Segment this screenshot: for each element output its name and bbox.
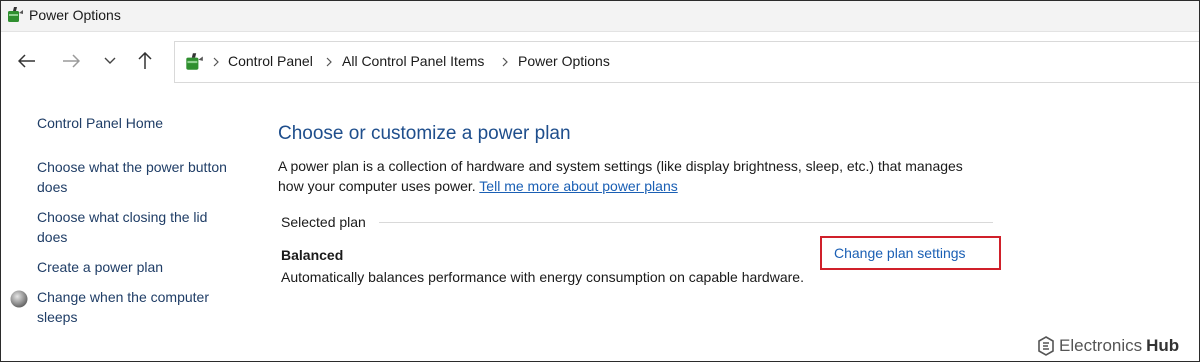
section-divider <box>379 222 993 223</box>
power-options-window: Power Options Control Panel All Control … <box>0 0 1200 362</box>
window-title: Power Options <box>29 7 121 23</box>
selected-plan-heading: Selected plan <box>281 214 372 230</box>
recent-locations-button[interactable] <box>98 49 122 73</box>
chevron-right-icon <box>502 57 508 67</box>
change-plan-settings-label: Change plan settings <box>834 245 966 261</box>
watermark-text-bold: Hub <box>1146 336 1180 355</box>
chevron-down-icon <box>104 57 116 64</box>
breadcrumb-control-panel[interactable]: Control Panel <box>228 53 313 69</box>
chevron-right-icon <box>213 57 219 67</box>
navigation-bar: Control Panel All Control Panel Items Po… <box>1 32 1199 90</box>
arrow-right-icon <box>63 54 80 68</box>
arrow-up-icon <box>138 52 152 69</box>
chevron-right-icon <box>326 57 332 67</box>
power-options-location-icon <box>186 53 203 70</box>
page-title: Choose or customize a power plan <box>278 123 571 144</box>
sidebar-item-control-panel-home[interactable]: Control Panel Home <box>37 113 257 133</box>
arrow-left-icon <box>18 54 35 68</box>
title-bar: Power Options <box>1 1 1199 32</box>
electronics-hub-logo-icon <box>1038 336 1054 356</box>
sidebar-item-closing-lid[interactable]: Choose what closing the lid does <box>37 207 237 247</box>
up-button[interactable] <box>133 49 157 73</box>
back-button[interactable] <box>15 49 39 73</box>
sidebar-item-create-power-plan[interactable]: Create a power plan <box>37 257 257 277</box>
electronics-hub-watermark: Electronics Hub <box>1037 336 1179 356</box>
sidebar-item-power-button[interactable]: Choose what the power button does <box>37 157 252 197</box>
moon-sleep-icon <box>10 290 28 308</box>
power-options-app-icon <box>8 7 23 22</box>
address-bar[interactable]: Control Panel All Control Panel Items Po… <box>174 41 1199 83</box>
watermark-text-light: Electronics <box>1059 336 1143 355</box>
page-description: A power plan is a collection of hardware… <box>278 156 978 196</box>
forward-button[interactable] <box>59 49 83 73</box>
breadcrumb-power-options[interactable]: Power Options <box>518 53 610 69</box>
plan-name: Balanced <box>281 247 344 263</box>
breadcrumb-all-items[interactable]: All Control Panel Items <box>342 53 484 69</box>
change-plan-settings-link[interactable]: Change plan settings <box>820 236 1001 270</box>
learn-more-link[interactable]: Tell me more about power plans <box>479 178 677 194</box>
sidebar-item-computer-sleeps[interactable]: Change when the computer sleeps <box>37 287 237 327</box>
plan-description: Automatically balances performance with … <box>281 269 804 285</box>
